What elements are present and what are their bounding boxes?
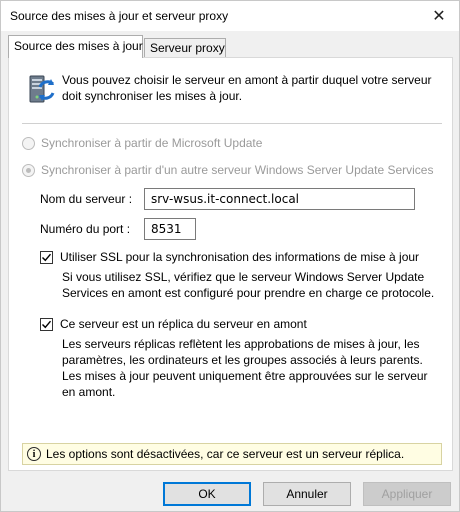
replica-checkbox-row[interactable]: Ce serveur est un réplica du serveur en … [40, 317, 307, 331]
server-name-field[interactable] [144, 188, 415, 210]
intro-text: Vous pouvez choisir le serveur en amont … [62, 73, 432, 103]
window-title: Source des mises à jour et serveur proxy [10, 9, 229, 23]
server-update-icon [24, 73, 56, 105]
port-label: Numéro du port : [40, 222, 131, 236]
dialog-window: Source des mises à jour et serveur proxy… [0, 0, 460, 512]
ssl-checkbox-row[interactable]: Utiliser SSL pour la synchronisation des… [40, 250, 419, 264]
info-text: Les options sont désactivées, car ce ser… [46, 447, 405, 461]
ssl-description: Si vous utilisez SSL, vérifiez que le se… [62, 270, 435, 300]
replica-label: Ce serveur est un réplica du serveur en … [60, 317, 307, 331]
replica-checkbox[interactable] [40, 317, 53, 331]
apply-button[interactable]: Appliquer [363, 482, 451, 506]
tab-update-source[interactable]: Source des mises à jour [8, 35, 143, 58]
ssl-checkbox[interactable] [40, 250, 53, 264]
radio-label: Synchroniser à partir d'un autre serveur… [41, 163, 434, 177]
info-icon: i [27, 447, 41, 461]
replica-description: Les serveurs réplicas reflètent les appr… [62, 337, 428, 399]
radio-button[interactable] [22, 163, 35, 177]
port-field[interactable] [144, 218, 196, 240]
title-bar: Source des mises à jour et serveur proxy… [1, 1, 459, 31]
ok-button[interactable]: OK [163, 482, 251, 506]
tab-panel: Vous pouvez choisir le serveur en amont … [8, 57, 453, 471]
radio-other-server[interactable]: Synchroniser à partir d'un autre serveur… [22, 163, 433, 177]
tab-proxy-server[interactable]: Serveur proxy [144, 38, 226, 58]
tab-label: Source des mises à jour [14, 39, 143, 53]
server-name-label: Nom du serveur : [40, 192, 133, 206]
close-icon[interactable]: ✕ [425, 3, 453, 29]
radio-label: Synchroniser à partir de Microsoft Updat… [41, 136, 263, 150]
radio-microsoft-update[interactable]: Synchroniser à partir de Microsoft Updat… [22, 136, 262, 150]
info-bar: i Les options sont désactivées, car ce s… [22, 443, 442, 465]
separator [22, 123, 442, 124]
tab-label: Serveur proxy [150, 41, 225, 55]
cancel-button[interactable]: Annuler [263, 482, 351, 506]
radio-button[interactable] [22, 136, 35, 150]
ssl-label: Utiliser SSL pour la synchronisation des… [60, 250, 420, 264]
